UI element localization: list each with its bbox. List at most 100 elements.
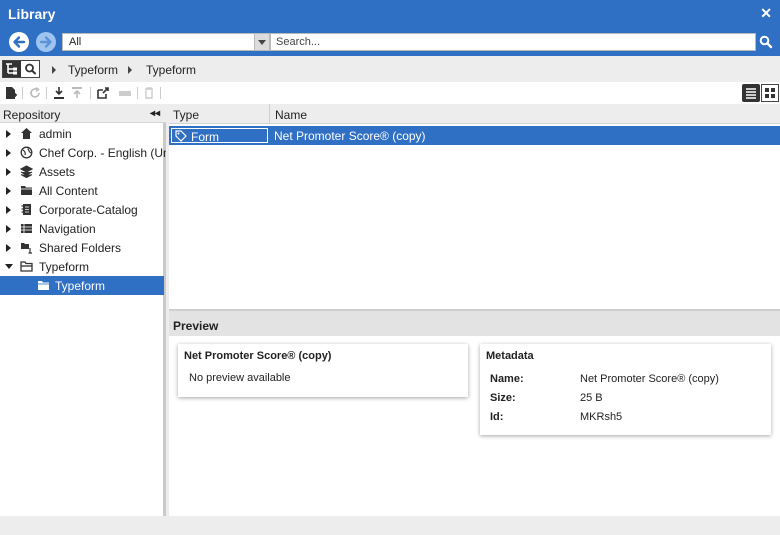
tree-item-label: All Content bbox=[39, 184, 98, 198]
assets-icon bbox=[20, 165, 33, 178]
tree-item-corporate-catalog[interactable]: Corporate-Catalog bbox=[0, 200, 166, 219]
location-select[interactable]: All bbox=[62, 33, 270, 51]
preview-panel: Preview Net Promoter Score® (copy) No pr… bbox=[169, 309, 780, 516]
search-input[interactable] bbox=[270, 33, 756, 51]
tree-item-label: Typeform bbox=[55, 279, 106, 293]
expand-arrow-icon[interactable] bbox=[6, 168, 11, 176]
open-folder-icon bbox=[20, 261, 33, 272]
title-bar: Library ✕ bbox=[0, 0, 780, 28]
download-icon[interactable] bbox=[52, 86, 66, 100]
preview-header: Preview bbox=[169, 309, 780, 336]
search-button[interactable] bbox=[757, 33, 775, 51]
list-icon bbox=[746, 88, 756, 99]
preview-card: Net Promoter Score® (copy) No preview av… bbox=[178, 344, 468, 397]
tree-item-label: Shared Folders bbox=[39, 241, 122, 255]
expand-arrow-icon[interactable] bbox=[6, 130, 11, 138]
upload-icon[interactable] bbox=[70, 86, 84, 100]
chevron-down-icon[interactable] bbox=[254, 34, 269, 50]
navigation-icon bbox=[21, 224, 32, 233]
window-title: Library bbox=[8, 6, 56, 22]
arrow-left-icon bbox=[13, 36, 26, 48]
status-strip bbox=[0, 516, 780, 535]
magnifier-icon bbox=[25, 63, 36, 75]
tree-item-label: Typeform bbox=[39, 260, 90, 274]
tree-item-assets[interactable]: Assets bbox=[0, 162, 166, 181]
grid-view-button[interactable] bbox=[761, 84, 779, 102]
breadcrumb-separator-icon bbox=[128, 66, 132, 74]
breadcrumb-item[interactable]: Typeform bbox=[146, 63, 196, 77]
navigation-bar: All bbox=[0, 28, 780, 56]
column-divider[interactable] bbox=[269, 104, 270, 124]
breadcrumb-item[interactable]: Typeform bbox=[68, 63, 118, 77]
collapse-panel-icon[interactable]: ◂◂ bbox=[150, 108, 160, 119]
file-list: Type Name Form Net Promoter Score® (copy… bbox=[169, 104, 780, 309]
metadata-id-label: Id: bbox=[490, 411, 504, 423]
grid-icon bbox=[765, 88, 775, 98]
tree-item-admin[interactable]: admin bbox=[0, 124, 166, 143]
forward-button[interactable] bbox=[36, 32, 56, 52]
catalog-icon bbox=[21, 204, 31, 215]
close-icon[interactable]: ✕ bbox=[760, 5, 772, 22]
tree-item-navigation[interactable]: Navigation bbox=[0, 219, 166, 238]
toolbar-divider bbox=[90, 87, 91, 99]
refresh-icon[interactable] bbox=[28, 86, 42, 100]
column-header-type[interactable]: Type bbox=[173, 108, 199, 122]
toolbar-divider bbox=[46, 87, 47, 99]
collapse-arrow-icon[interactable] bbox=[5, 264, 13, 269]
open-external-icon[interactable] bbox=[96, 86, 110, 100]
tree-item-label: Assets bbox=[39, 165, 76, 179]
expand-arrow-icon[interactable] bbox=[6, 225, 11, 233]
shared-folder-icon bbox=[21, 243, 32, 254]
tree-item-typeform-child[interactable]: Typeform bbox=[0, 276, 164, 295]
back-button[interactable] bbox=[9, 32, 29, 52]
tree-icon bbox=[6, 63, 17, 75]
metadata-name-value: Net Promoter Score® (copy) bbox=[580, 373, 719, 385]
repository-header: Repository ◂◂ bbox=[0, 104, 166, 123]
table-row[interactable]: Form Net Promoter Score® (copy) bbox=[169, 126, 780, 145]
globe-icon bbox=[20, 146, 33, 159]
repository-title: Repository bbox=[3, 108, 61, 122]
folder-icon bbox=[21, 186, 32, 195]
preview-card-title: Net Promoter Score® (copy) bbox=[184, 350, 332, 362]
tree-item-label: Chef Corp. - English (United bbox=[39, 146, 166, 160]
tree-item-label: admin bbox=[39, 127, 72, 141]
new-document-icon[interactable] bbox=[4, 86, 18, 100]
tag-icon bbox=[175, 130, 187, 142]
breadcrumb-bar: Typeform Typeform bbox=[0, 56, 780, 82]
repository-panel: Repository ◂◂ admin Chef Corp. - English… bbox=[0, 104, 166, 516]
type-label: Form bbox=[191, 130, 219, 144]
trash-icon[interactable] bbox=[142, 86, 156, 100]
metadata-card: Metadata Name: Net Promoter Score® (copy… bbox=[480, 344, 771, 435]
metadata-size-value: 25 B bbox=[580, 392, 603, 404]
expand-arrow-icon[interactable] bbox=[6, 206, 11, 214]
tree-view-button[interactable] bbox=[3, 61, 21, 77]
breadcrumb-separator-icon bbox=[52, 66, 56, 74]
toolbar bbox=[0, 82, 780, 104]
file-list-header: Type Name bbox=[169, 104, 780, 124]
expand-arrow-icon[interactable] bbox=[6, 149, 11, 157]
preview-title: Preview bbox=[173, 319, 219, 333]
tree-search-toggle[interactable] bbox=[2, 60, 40, 78]
metadata-id-value: MKRsh5 bbox=[580, 411, 623, 423]
metadata-title: Metadata bbox=[486, 350, 534, 362]
metadata-name-label: Name: bbox=[490, 373, 524, 385]
tree-item-shared-folders[interactable]: Shared Folders bbox=[0, 238, 166, 257]
type-cell: Form bbox=[171, 128, 268, 144]
tree-item-chef-corp[interactable]: Chef Corp. - English (United bbox=[0, 143, 166, 162]
column-header-name[interactable]: Name bbox=[275, 108, 307, 122]
toolbar-divider bbox=[160, 87, 161, 99]
expand-arrow-icon[interactable] bbox=[6, 187, 11, 195]
tree-item-all-content[interactable]: All Content bbox=[0, 181, 166, 200]
expand-arrow-icon[interactable] bbox=[6, 244, 11, 252]
tree-item-label: Corporate-Catalog bbox=[39, 203, 138, 217]
search-view-button[interactable] bbox=[22, 61, 39, 77]
search-icon bbox=[759, 35, 773, 49]
name-cell: Net Promoter Score® (copy) bbox=[274, 129, 426, 143]
home-icon bbox=[21, 128, 32, 139]
list-view-button[interactable] bbox=[742, 84, 760, 102]
tree-item-label: Navigation bbox=[39, 222, 96, 236]
arrow-right-icon bbox=[39, 36, 52, 48]
folder-icon bbox=[38, 281, 49, 290]
rename-icon[interactable] bbox=[118, 86, 132, 100]
tree-item-typeform[interactable]: Typeform bbox=[0, 257, 166, 276]
